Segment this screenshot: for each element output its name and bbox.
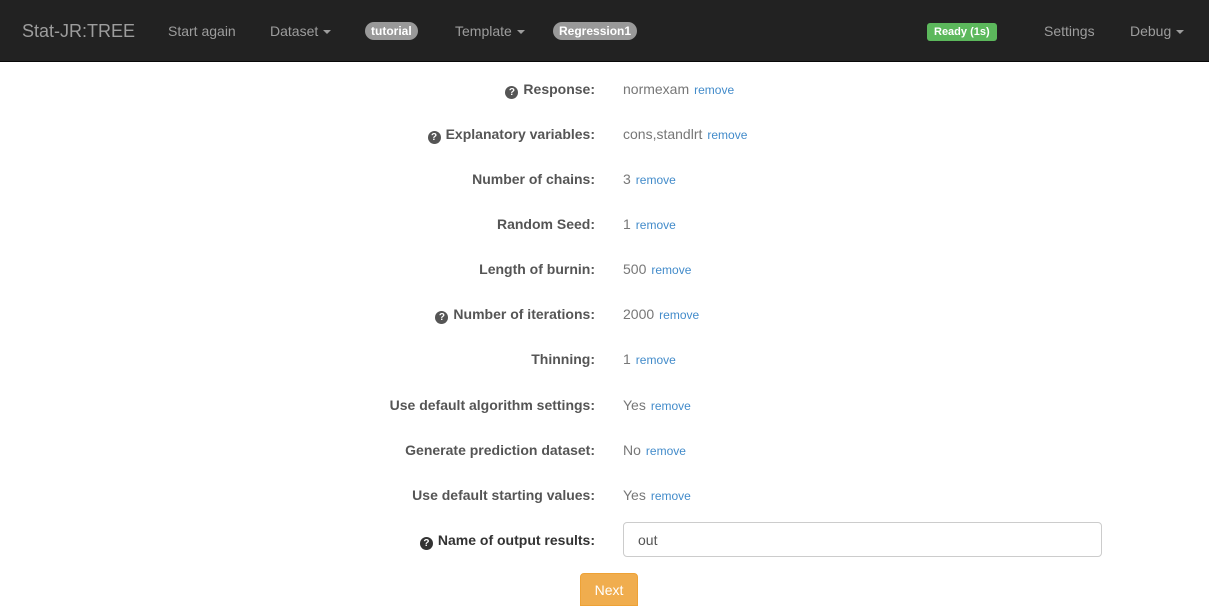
dataset-menu-label: Dataset: [270, 23, 319, 39]
thinning-row: Thinning: 1 remove: [0, 348, 1209, 370]
question-circle-icon[interactable]: ?: [435, 311, 449, 324]
template-badge: Regression1: [553, 22, 638, 40]
number-of-iterations-row: ? Number of iterations: 2000 remove: [0, 303, 1209, 325]
next-button[interactable]: Next: [580, 573, 638, 606]
dataset-badge: tutorial: [365, 22, 418, 40]
question-circle-icon[interactable]: ?: [419, 537, 433, 550]
default-starting-values-row: Use default starting values: Yes remove: [0, 484, 1209, 506]
random-seed-row: Random Seed: 1 remove: [0, 213, 1209, 235]
output-results-label: ? Name of output results:: [419, 529, 595, 551]
thinning-value: 1 remove: [623, 351, 676, 367]
random-seed-label: Random Seed:: [496, 216, 595, 232]
default-starting-values-value: Yes remove: [623, 487, 691, 503]
question-circle-icon[interactable]: ?: [505, 86, 519, 99]
dataset-menu[interactable]: Dataset: [270, 0, 332, 62]
response-row: ? Response: normexam remove: [0, 78, 1209, 100]
remove-link[interactable]: remove: [659, 308, 699, 322]
remove-link[interactable]: remove: [694, 83, 734, 97]
brand-link[interactable]: Stat-JR:TREE: [22, 0, 135, 62]
remove-link[interactable]: remove: [636, 173, 676, 187]
question-circle-icon[interactable]: ?: [427, 131, 441, 144]
debug-menu[interactable]: Debug: [1130, 0, 1185, 62]
remove-link[interactable]: remove: [646, 444, 686, 458]
template-menu[interactable]: Template: [455, 0, 525, 62]
chevron-down-icon: [1176, 30, 1185, 35]
status-badge: Ready (1s): [927, 23, 997, 41]
default-starting-values-label: Use default starting values:: [412, 487, 595, 503]
chevron-down-icon: [516, 30, 525, 35]
number-of-chains-row: Number of chains: 3 remove: [0, 168, 1209, 190]
debug-menu-label: Debug: [1130, 23, 1172, 39]
number-of-iterations-value: 2000 remove: [623, 306, 700, 322]
chevron-down-icon: [323, 30, 332, 35]
remove-link[interactable]: remove: [651, 263, 691, 277]
thinning-label: Thinning:: [531, 351, 595, 367]
start-again-link[interactable]: Start again: [168, 0, 236, 62]
response-value: normexam remove: [623, 81, 735, 97]
explanatory-variables-label: ? Explanatory variables:: [427, 123, 595, 145]
number-of-chains-value: 3 remove: [623, 171, 676, 187]
settings-link[interactable]: Settings: [1044, 0, 1095, 62]
template-menu-label: Template: [455, 23, 512, 39]
default-algorithm-value: Yes remove: [623, 397, 691, 413]
prediction-dataset-row: Generate prediction dataset: No remove: [0, 439, 1209, 461]
prediction-dataset-value: No remove: [623, 442, 686, 458]
default-algorithm-row: Use default algorithm settings: Yes remov…: [0, 394, 1209, 416]
default-algorithm-label: Use default algorithm settings:: [389, 397, 595, 413]
length-of-burnin-row: Length of burnin: 500 remove: [0, 258, 1209, 280]
length-of-burnin-value: 500 remove: [623, 261, 692, 277]
remove-link[interactable]: remove: [707, 128, 747, 142]
random-seed-value: 1 remove: [623, 216, 676, 232]
length-of-burnin-label: Length of burnin:: [479, 261, 595, 277]
top-navbar: Stat-JR:TREE Start again Dataset tutoria…: [0, 0, 1209, 62]
output-results-input[interactable]: [623, 522, 1102, 557]
remove-link[interactable]: remove: [651, 489, 691, 503]
remove-link[interactable]: remove: [651, 399, 691, 413]
remove-link[interactable]: remove: [636, 218, 676, 232]
remove-link[interactable]: remove: [636, 353, 676, 367]
explanatory-variables-value: cons,standlrt remove: [623, 126, 748, 142]
prediction-dataset-label: Generate prediction dataset:: [405, 442, 595, 458]
number-of-chains-label: Number of chains:: [472, 171, 595, 187]
response-label: ? Response:: [505, 78, 595, 100]
number-of-iterations-label: ? Number of iterations:: [435, 303, 595, 325]
explanatory-variables-row: ? Explanatory variables: cons,standlrt rem…: [0, 123, 1209, 145]
